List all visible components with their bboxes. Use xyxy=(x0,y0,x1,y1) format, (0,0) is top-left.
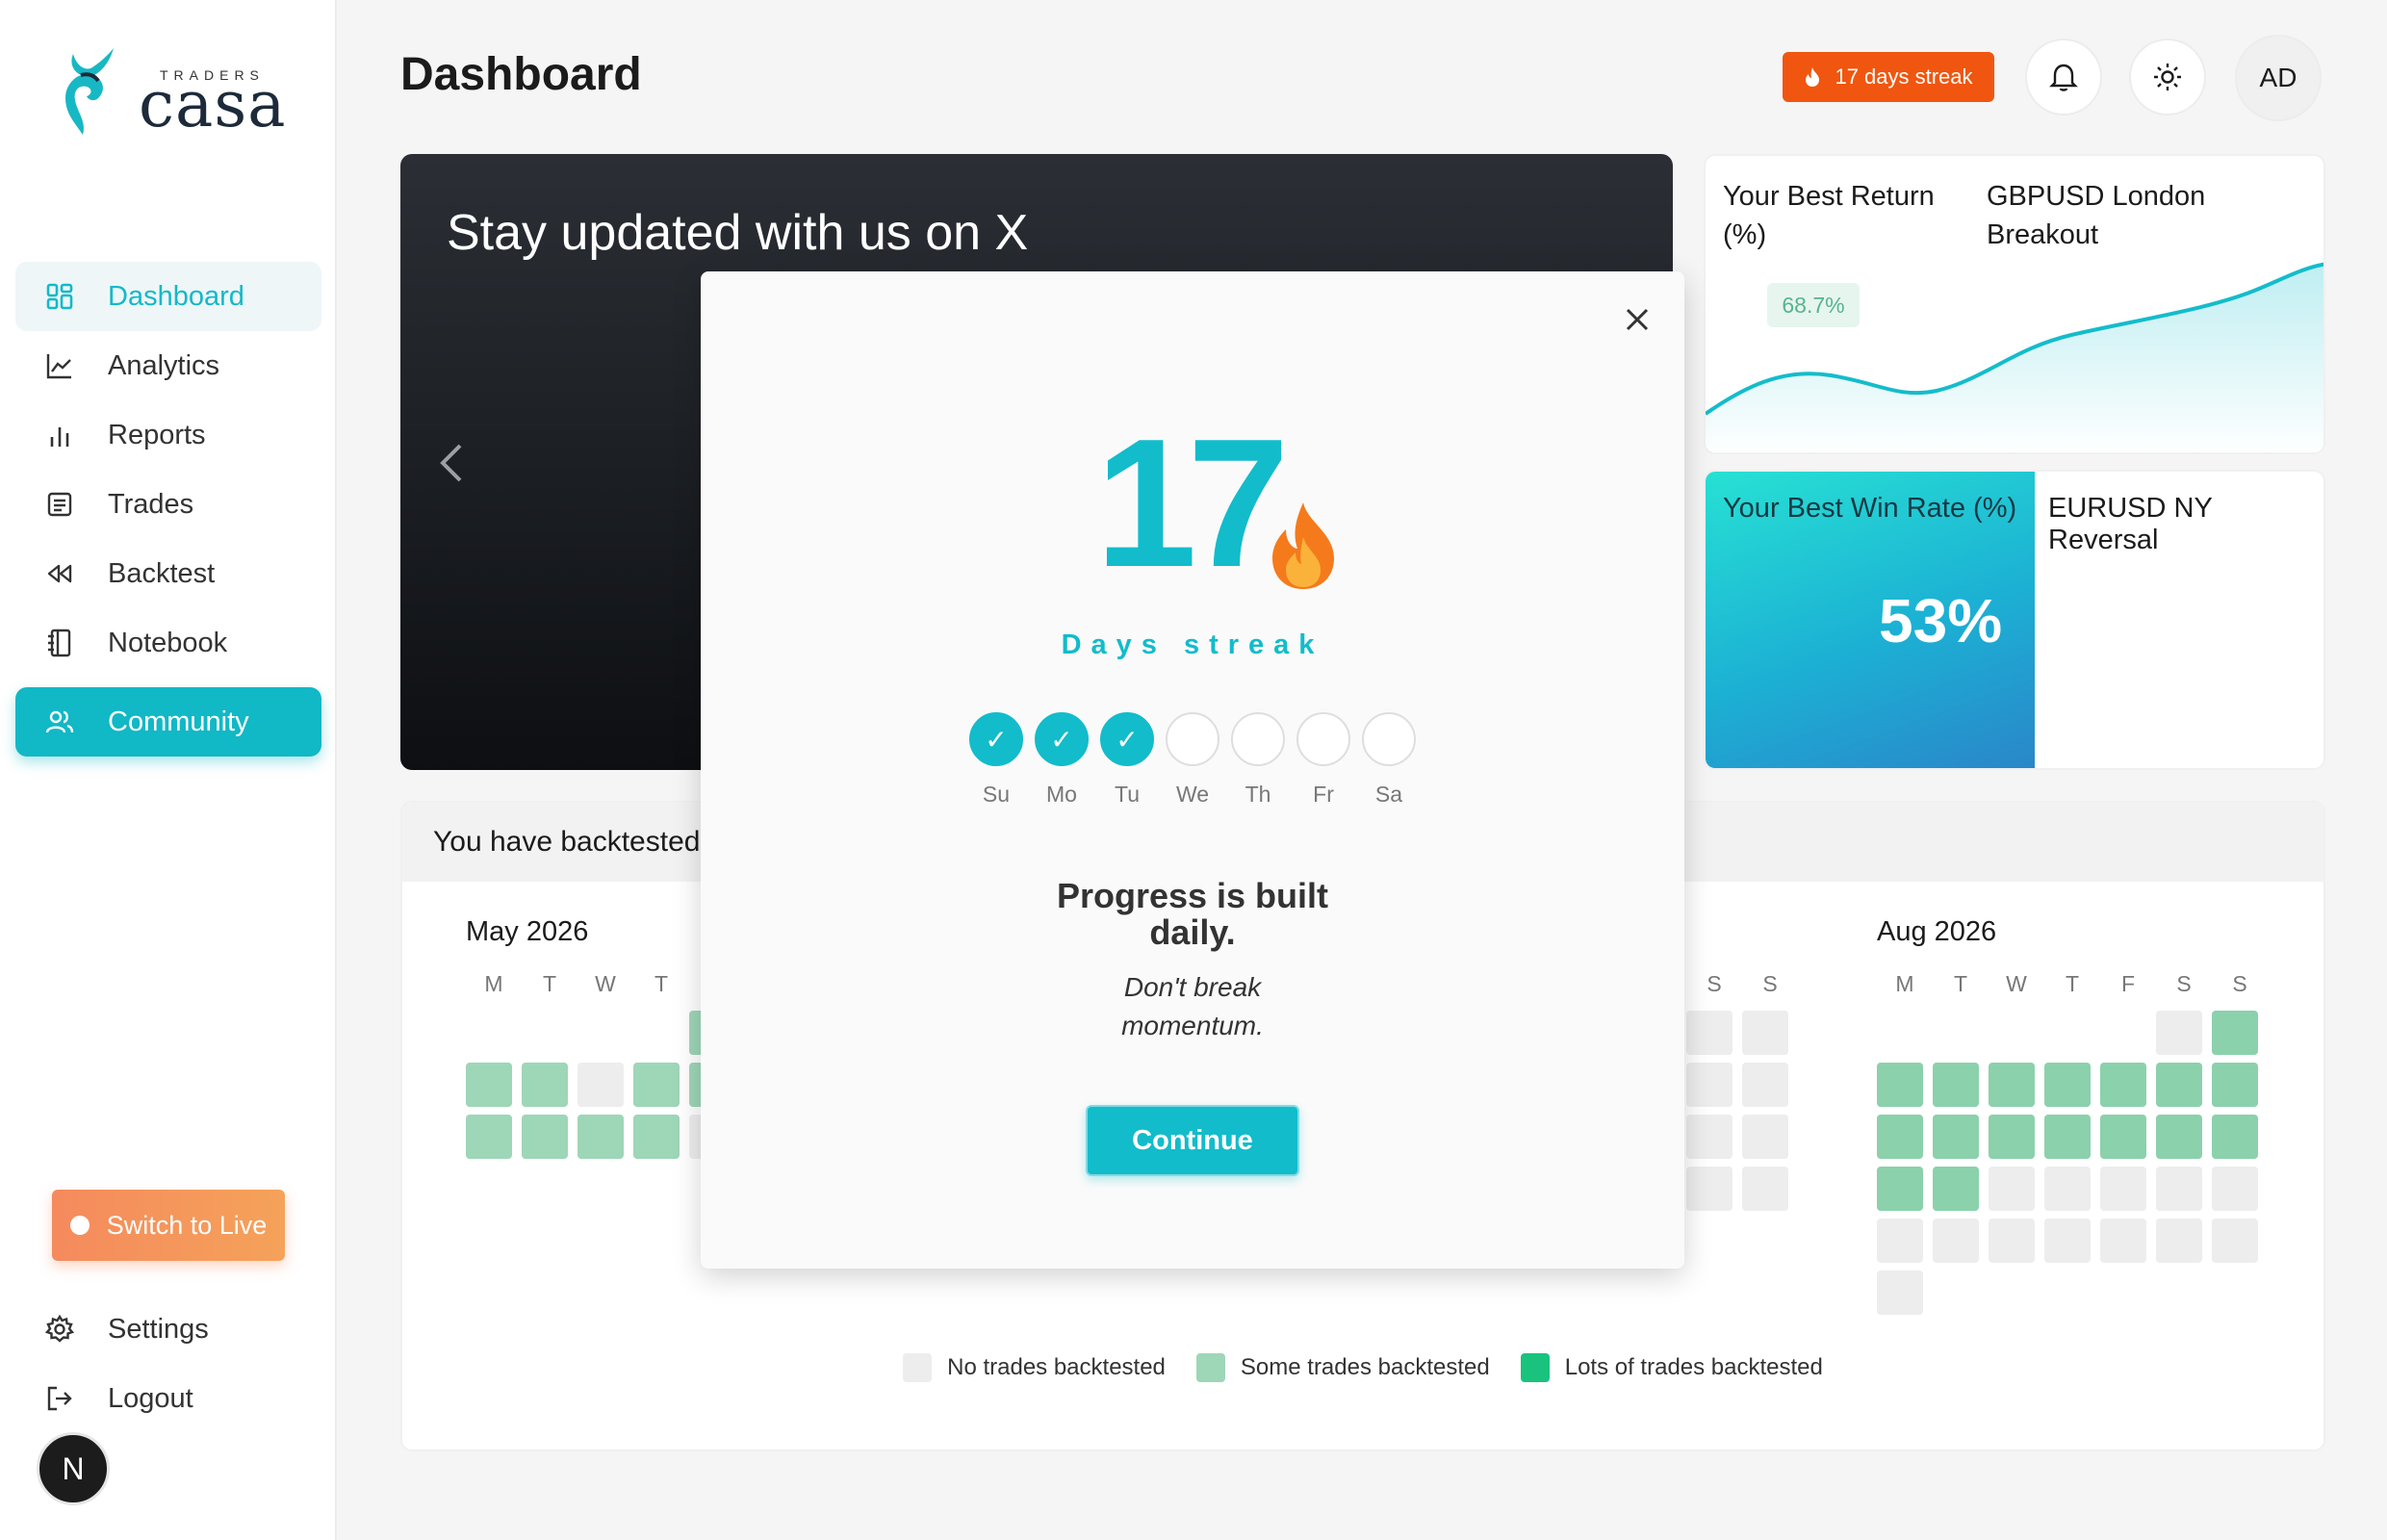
streak-count: 17 xyxy=(1095,401,1289,605)
day-label: We xyxy=(1175,782,1210,807)
day-we: We xyxy=(1160,712,1225,808)
day-tu: ✓ Tu xyxy=(1094,712,1160,808)
modal-message-line: daily. xyxy=(1149,912,1236,952)
day-fr: Fr xyxy=(1291,712,1356,808)
empty-circle-icon xyxy=(1296,712,1350,766)
day-label: Sa xyxy=(1374,782,1403,807)
modal-subtext-line: momentum. xyxy=(1121,1011,1264,1040)
day-label: Tu xyxy=(1115,782,1140,807)
close-button[interactable] xyxy=(1625,300,1650,342)
day-label: Su xyxy=(982,782,1011,807)
day-mo: ✓ Mo xyxy=(1029,712,1094,808)
day-th: Th xyxy=(1225,712,1291,808)
empty-circle-icon xyxy=(1362,712,1416,766)
day-label: Mo xyxy=(1046,782,1077,807)
streak-modal: 17 Days streak ✓ Su ✓ Mo ✓ Tu We Th Fr S… xyxy=(701,271,1684,1269)
empty-circle-icon xyxy=(1231,712,1285,766)
day-sa: Sa xyxy=(1356,712,1422,808)
day-label: Fr xyxy=(1313,782,1334,807)
flame-icon xyxy=(1272,502,1334,589)
check-icon: ✓ xyxy=(969,712,1023,766)
modal-subtext-line: Don't break xyxy=(1123,972,1262,1002)
streak-label: Days streak xyxy=(1061,629,1324,660)
day-su: ✓ Su xyxy=(963,712,1029,808)
weekday-progress: ✓ Su ✓ Mo ✓ Tu We Th Fr Sa xyxy=(701,712,1684,808)
day-label: Th xyxy=(1245,782,1271,807)
check-icon: ✓ xyxy=(1035,712,1089,766)
empty-circle-icon xyxy=(1166,712,1219,766)
modal-message: Progress is built daily. xyxy=(701,878,1684,951)
modal-subtext: Don't break momentum. xyxy=(701,968,1684,1045)
continue-button[interactable]: Continue xyxy=(1086,1105,1299,1176)
check-icon: ✓ xyxy=(1100,712,1154,766)
modal-message-line: Progress is built xyxy=(1056,876,1329,915)
close-icon xyxy=(1626,308,1649,331)
